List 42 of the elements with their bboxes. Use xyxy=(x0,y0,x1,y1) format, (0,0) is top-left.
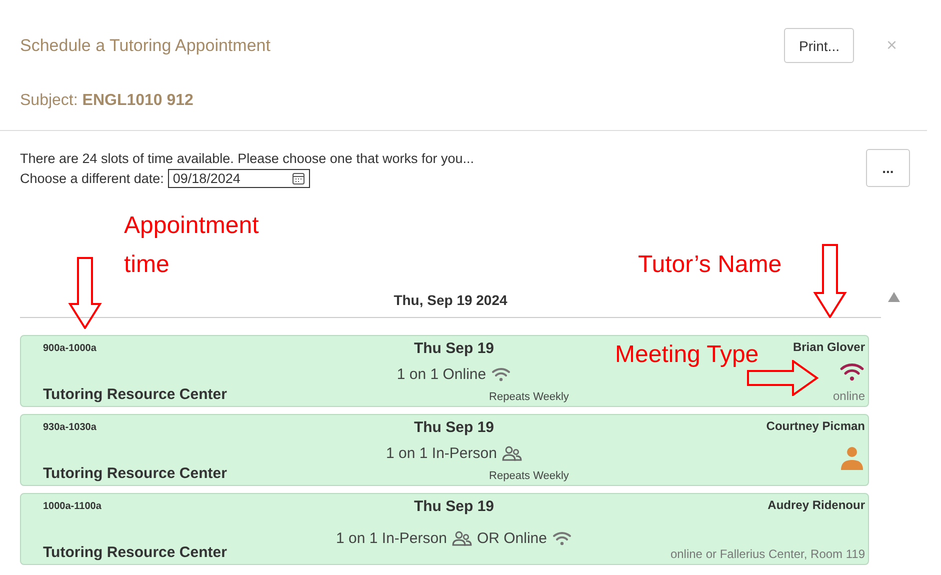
tutor-name: Audrey Ridenour xyxy=(768,498,865,512)
location-name: Tutoring Resource Center xyxy=(43,544,227,561)
more-button[interactable]: ... xyxy=(866,149,910,187)
person-icon xyxy=(839,446,865,470)
date-label: Choose a different date: xyxy=(20,171,164,186)
location-name: Tutoring Resource Center xyxy=(43,465,227,482)
arrow-drawing xyxy=(68,257,102,329)
dialog-title: Schedule a Tutoring Appointment xyxy=(20,36,270,56)
meeting-detail: online xyxy=(832,388,865,403)
people-icon xyxy=(452,530,472,546)
wifi-icon xyxy=(552,530,572,546)
appointment-time: 900a-1000a xyxy=(43,342,96,354)
repeat-note: Repeats Weekly xyxy=(489,391,569,403)
appointment-card[interactable]: 930a-1030a Tutoring Resource Center Thu Sep 19 1 on 1 In-Person Repeats Weekly Courtney Picman xyxy=(20,414,869,486)
availability-message: There are 24 slots of time available. Please choose one that works for you... xyxy=(20,151,474,166)
location-name: Tutoring Resource Center xyxy=(43,386,227,403)
repeat-note: Repeats Weekly xyxy=(489,470,569,482)
meeting-detail: online or Fallerius Center, Room 119 xyxy=(670,547,865,561)
appointment-date: Thu Sep 19 xyxy=(414,498,494,515)
appointment-card[interactable]: 1000a-1100a Tutoring Resource Center Thu Sep 19 1 on 1 In-Person OR Online Audrey Ridenour online or Fallerius Center, Room 119 xyxy=(20,493,869,565)
annotation-label: Tutor’s Name xyxy=(638,250,782,280)
appointment-time: 1000a-1100a xyxy=(43,500,102,512)
meeting-mode: 1 on 1 In-Person xyxy=(386,444,497,462)
meeting-mode: 1 on 1 In-Person xyxy=(336,530,447,546)
meeting-mode: OR Online xyxy=(476,530,547,546)
people-icon xyxy=(502,444,522,462)
tutor-name: Brian Glover xyxy=(792,340,865,354)
appointment-time: 930a-1030a xyxy=(43,421,96,433)
annotation-label: Meeting Type xyxy=(615,340,759,370)
wifi-icon xyxy=(839,361,865,382)
scroll-up-icon[interactable] xyxy=(888,292,900,302)
day-header: Thu, Sep 19 2024 xyxy=(20,292,881,318)
appointment-date: Thu Sep 19 xyxy=(414,419,494,436)
subject-label: Subject: ENGL1010 912 xyxy=(20,92,194,110)
calendar-icon[interactable] xyxy=(292,172,305,185)
tutor-name: Courtney Picman xyxy=(766,419,865,433)
date-field[interactable]: 09/18/2024 xyxy=(168,169,310,188)
print-button[interactable]: Print... xyxy=(784,28,854,63)
wifi-icon xyxy=(491,366,512,382)
annotation-label: Appointment time xyxy=(124,211,260,280)
meeting-mode: 1 on 1 Online xyxy=(396,366,486,382)
appointment-date: Thu Sep 19 xyxy=(414,340,494,357)
